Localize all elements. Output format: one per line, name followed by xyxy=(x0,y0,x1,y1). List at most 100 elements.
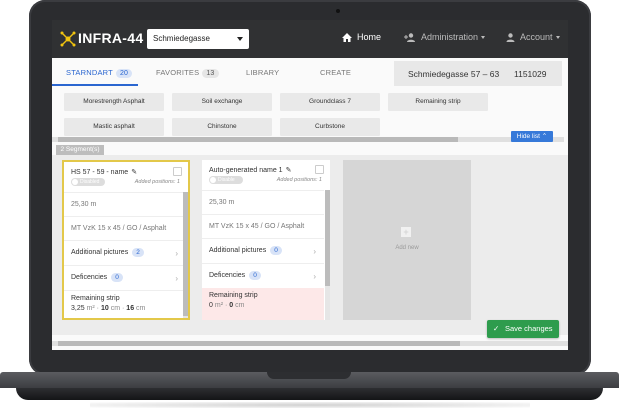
library-item[interactable]: Mastic asphalt xyxy=(64,118,164,136)
base-bottom xyxy=(16,388,603,400)
toggle-label: Disabled xyxy=(80,179,100,185)
library-horizontal-scrollbar[interactable] xyxy=(52,137,564,142)
tab-standard[interactable]: STARNDART 20 xyxy=(66,68,133,78)
tab-favorites-count: 13 xyxy=(202,69,219,78)
additional-pictures-row[interactable]: Additional pictures 0 › xyxy=(202,238,324,264)
deficiencies-label: Deficencies xyxy=(209,272,246,279)
remaining-strip-label: Remaining strip xyxy=(71,295,120,302)
card-vertical-scrollbar[interactable] xyxy=(183,192,188,318)
base-shadow xyxy=(90,402,530,408)
site-code: 1151029 xyxy=(514,69,547,79)
library-item[interactable]: Curbstone xyxy=(280,118,380,136)
deficiencies-row[interactable]: Deficencies 0 › xyxy=(202,263,324,289)
chevron-right-icon: › xyxy=(175,274,178,283)
added-positions: Added positions: 1 xyxy=(134,179,180,185)
library-item[interactable]: Groundclass 7 xyxy=(280,93,380,111)
edit-pencil-icon[interactable]: ✎ xyxy=(131,168,137,176)
rs-area-unit: m² · xyxy=(214,302,228,309)
nav-account[interactable]: Account xyxy=(506,32,560,43)
pictures-count-badge: 0 xyxy=(270,246,282,255)
remaining-strip-label: Remaining strip xyxy=(209,292,258,299)
remaining-strip-row[interactable]: Remaining strip 0 m² · 0 cm xyxy=(202,288,324,320)
scrollbar-thumb[interactable] xyxy=(325,190,330,286)
segment-card[interactable]: Auto-generated name 1 ✎ Disable Added pos… xyxy=(202,160,330,320)
segment-material-row: MT VzK 15 x 45 / GO / Asphalt xyxy=(64,216,186,241)
nav-administration[interactable]: Administration xyxy=(404,32,486,43)
plus-icon: + xyxy=(401,227,411,237)
scrollbar-thumb[interactable] xyxy=(183,192,188,316)
tab-favorites[interactable]: FAVORITES 13 xyxy=(156,68,219,78)
library-item[interactable]: Chinstone xyxy=(172,118,272,136)
pictures-count-badge: 2 xyxy=(132,248,144,257)
segment-material: MT VzK 15 x 45 / GO / Asphalt xyxy=(209,223,305,230)
additional-pictures-row[interactable]: Additional pictures 2 › xyxy=(64,240,186,266)
user-icon xyxy=(506,33,515,43)
top-navbar: INFRA-44 Schmiedegasse Home Administrati… xyxy=(52,20,568,58)
scrollbar-thumb[interactable] xyxy=(58,137,458,142)
tab-favorites-label: FAVORITES xyxy=(156,68,200,77)
tab-library[interactable]: LIBRARY xyxy=(246,68,279,77)
library-tabs: STARNDART 20 FAVORITES 13 LIBRARY CREATE xyxy=(52,60,392,86)
chevron-right-icon: › xyxy=(313,272,316,281)
nav-account-label: Account xyxy=(520,32,553,42)
check-icon: ✓ xyxy=(493,324,500,333)
rs-width-unit: cm xyxy=(235,302,245,309)
segments-horizontal-scrollbar[interactable] xyxy=(52,341,568,346)
chevron-right-icon: › xyxy=(313,247,316,256)
library-list: Morestrength Asphalt Soil exchange Groun… xyxy=(52,87,568,139)
site-name: Schmiedegasse 57 – 63 xyxy=(408,69,500,79)
segment-card[interactable]: HS 57 - 59 - name ✎ Disabled Added positi… xyxy=(62,160,190,320)
rs-width: 10 xyxy=(100,305,109,312)
segments-area: HS 57 - 59 - name ✎ Disabled Added positi… xyxy=(52,155,568,335)
chevron-right-icon: › xyxy=(175,249,178,258)
edit-pencil-icon[interactable]: ✎ xyxy=(286,166,292,174)
segment-material: MT VzK 15 x 45 / GO / Asphalt xyxy=(71,225,167,232)
base-notch xyxy=(267,372,351,379)
toggle-label: Disable xyxy=(218,177,235,183)
segment-length: 25,30 m xyxy=(71,201,97,208)
deficiencies-row[interactable]: Deficencies 0 › xyxy=(64,265,186,291)
card-vertical-scrollbar[interactable] xyxy=(325,190,330,320)
additional-pictures-label: Additional pictures xyxy=(209,247,267,254)
library-item[interactable]: Remaining strip xyxy=(388,93,488,111)
rs-area-unit: m² · xyxy=(86,305,100,312)
save-changes-button[interactable]: ✓ Save changes xyxy=(487,320,559,338)
hide-list-label: Hide list xyxy=(516,133,540,140)
toggle-knob xyxy=(72,179,78,185)
tab-create[interactable]: CREATE xyxy=(320,68,351,77)
brand-name: INFRA-44 xyxy=(78,30,144,46)
segment-length-row: 25,30 m xyxy=(202,190,324,215)
segment-checkbox[interactable] xyxy=(173,167,182,176)
additional-pictures-label: Additional pictures xyxy=(71,249,129,256)
app-screen: INFRA-44 Schmiedegasse Home Administrati… xyxy=(52,20,568,350)
rs-depth-unit: cm xyxy=(136,305,146,312)
added-positions: Added positions: 1 xyxy=(276,177,322,183)
tab-library-label: LIBRARY xyxy=(246,68,280,77)
network-logo-icon xyxy=(60,31,76,47)
remaining-strip-row[interactable]: Remaining strip 3,25 m² · 10 cm · 16 cm xyxy=(64,290,186,318)
site-select[interactable]: Schmiedegasse xyxy=(147,29,249,49)
remaining-strip-values: 0 m² · 0 cm xyxy=(209,302,244,309)
scrollbar-thumb[interactable] xyxy=(58,341,460,346)
segment-toggle[interactable]: Disabled xyxy=(71,178,105,186)
remaining-strip-values: 3,25 m² · 10 cm · 16 cm xyxy=(71,305,145,312)
caret-down-icon xyxy=(237,37,243,41)
add-new-segment[interactable]: + Add new xyxy=(343,160,471,320)
rs-depth: 16 xyxy=(126,305,135,312)
tab-create-label: CREATE xyxy=(320,68,352,77)
library-item[interactable]: Morestrength Asphalt xyxy=(64,93,164,111)
segment-length: 25,30 m xyxy=(209,199,235,206)
segment-toggle[interactable]: Disable xyxy=(209,176,243,184)
rs-area: 0 xyxy=(209,302,213,309)
deficiencies-count-badge: 0 xyxy=(249,271,261,280)
nav-home[interactable]: Home xyxy=(342,32,381,43)
chevron-up-icon: ⌃ xyxy=(541,133,548,140)
dropdown-caret-icon xyxy=(555,36,560,40)
segment-title-text: Auto-generated name 1 xyxy=(209,167,283,174)
tab-standard-label: STARNDART xyxy=(66,68,113,77)
hide-list-button[interactable]: Hide list ⌃ xyxy=(511,131,553,142)
active-tab-indicator xyxy=(52,84,138,86)
segment-checkbox[interactable] xyxy=(315,165,324,174)
laptop-base xyxy=(0,372,619,408)
library-item[interactable]: Soil exchange xyxy=(172,93,272,111)
